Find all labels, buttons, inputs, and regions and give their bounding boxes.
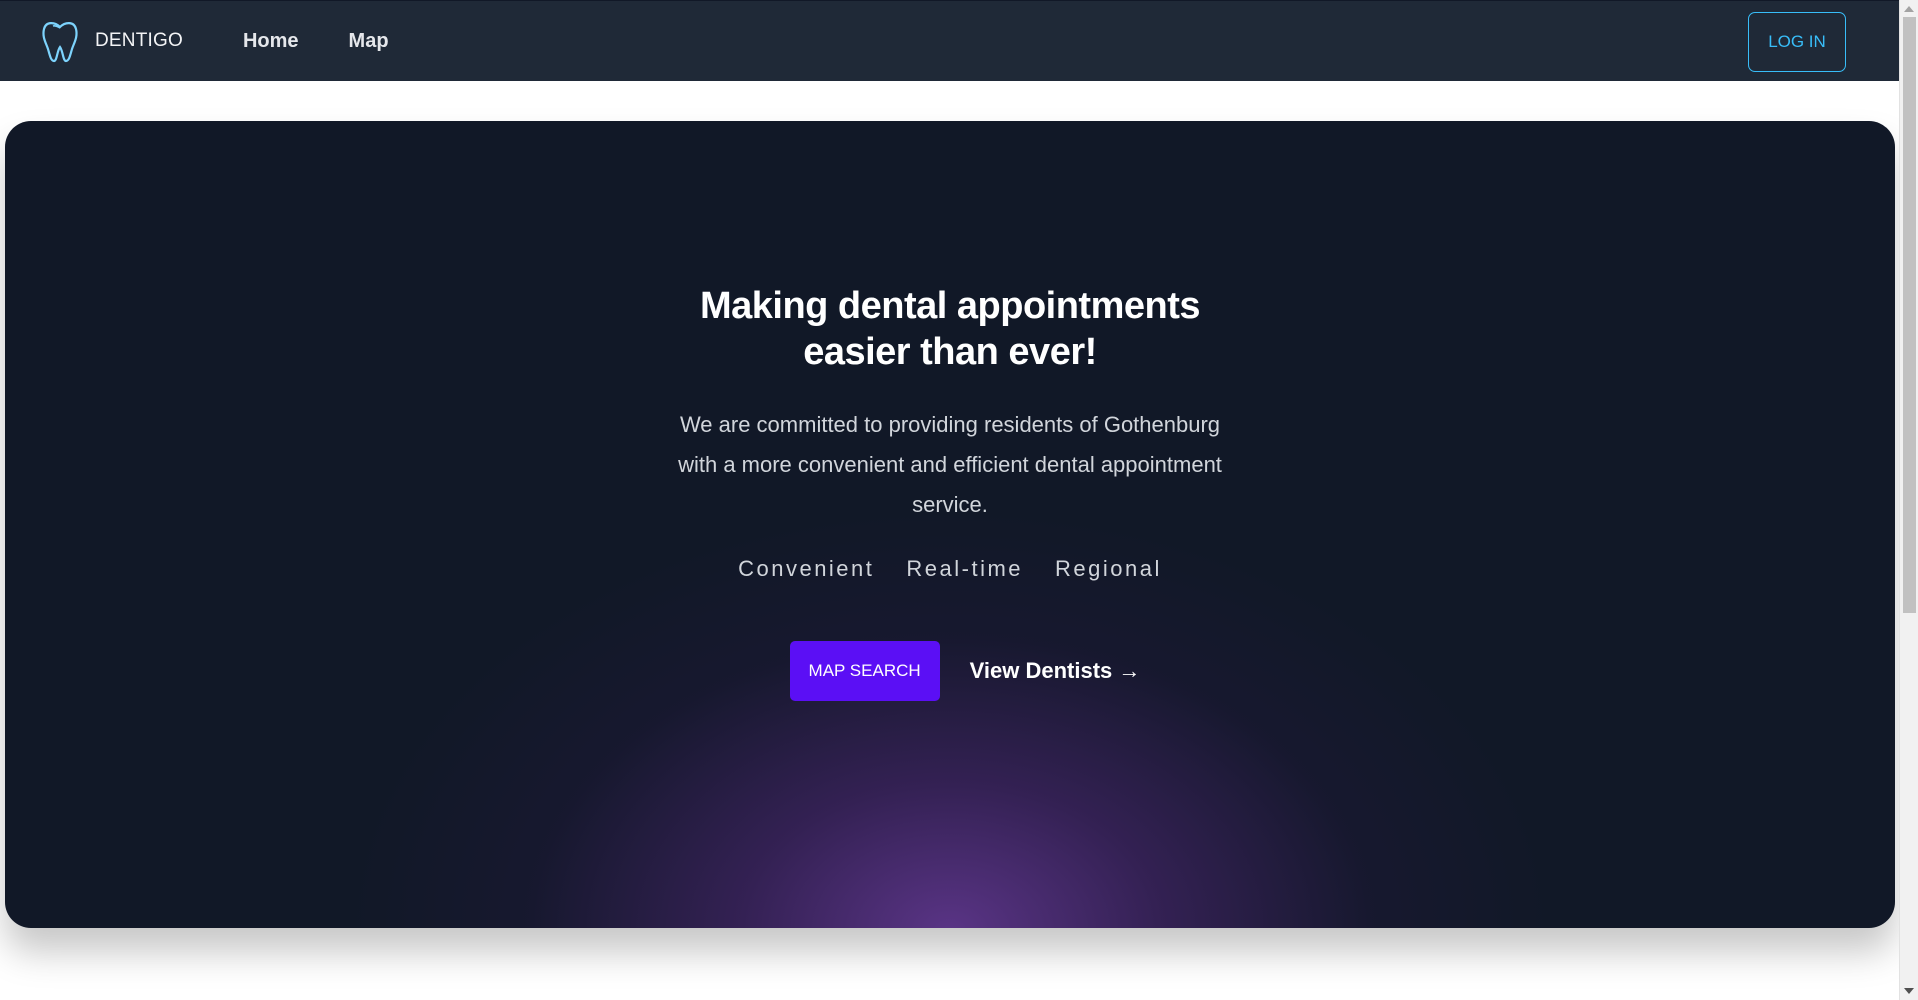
map-search-button[interactable]: MAP SEARCH xyxy=(789,641,940,701)
scroll-down-arrow-icon[interactable] xyxy=(1904,988,1914,994)
tag-real-time: Real-time xyxy=(906,556,1024,581)
login-button[interactable]: LOG IN xyxy=(1748,12,1846,72)
nav-map[interactable]: Map xyxy=(349,30,389,53)
hero-title: Making dental appointments easier than e… xyxy=(650,283,1250,375)
top-navbar: DENTIGO Home Map LOG IN xyxy=(0,0,1899,81)
view-dentists-link[interactable]: View Dentists → xyxy=(970,658,1141,684)
brand-name: DENTIGO xyxy=(95,30,183,51)
tag-convenient: Convenient xyxy=(738,556,875,581)
hero-actions: MAP SEARCH View Dentists → xyxy=(5,641,1895,701)
hero-title-line1: Making dental appointments xyxy=(699,285,1201,327)
hero-description: We are committed to providing residents … xyxy=(678,412,1222,517)
hero-title-line2: easier than ever! xyxy=(803,331,1097,373)
scroll-thumb[interactable] xyxy=(1903,17,1916,613)
vertical-scrollbar[interactable] xyxy=(1899,0,1918,1000)
feature-tags: Convenient Real-time Regional xyxy=(5,556,1895,582)
main-nav: Home Map xyxy=(243,30,439,53)
scroll-up-arrow-icon[interactable] xyxy=(1904,6,1914,12)
hero-section: Making dental appointments easier than e… xyxy=(5,121,1895,928)
tag-regional: Regional xyxy=(1055,556,1162,581)
nav-home[interactable]: Home xyxy=(243,30,299,53)
tooth-icon xyxy=(40,18,80,64)
brand[interactable]: DENTIGO xyxy=(40,18,183,64)
